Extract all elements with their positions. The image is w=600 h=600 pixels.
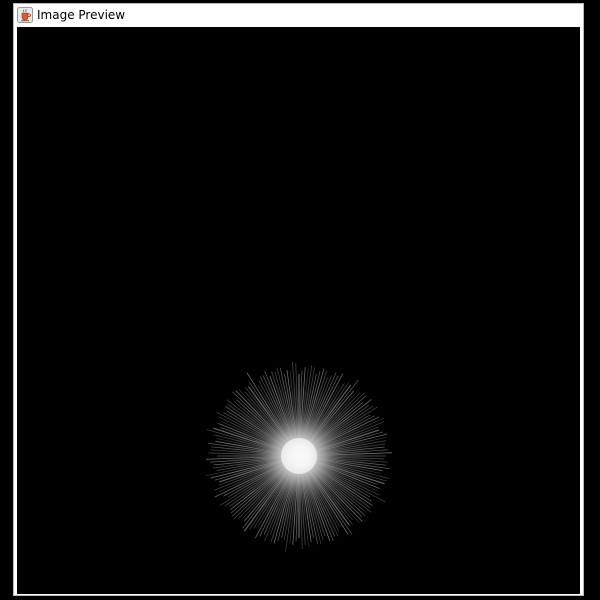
preview-image bbox=[17, 27, 580, 594]
window-title: Image Preview bbox=[37, 8, 126, 22]
window-titlebar[interactable]: Image Preview bbox=[14, 4, 583, 26]
java-cup-icon bbox=[17, 7, 33, 23]
core-highlight bbox=[281, 438, 317, 474]
image-preview-window: Image Preview bbox=[13, 3, 584, 596]
image-preview-canvas bbox=[17, 27, 580, 594]
